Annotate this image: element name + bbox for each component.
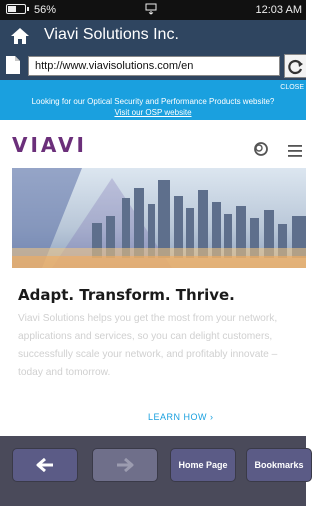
banner-close-button[interactable]: CLOSE (280, 84, 304, 91)
bookmarks-button[interactable]: Bookmarks (246, 448, 312, 482)
back-arrow-icon (36, 458, 53, 472)
status-bar: 56% 12:03 AM (0, 0, 306, 20)
forward-arrow-icon (117, 458, 134, 472)
reload-icon (288, 59, 303, 75)
forward-button[interactable] (92, 448, 158, 482)
hero-city-image (12, 168, 306, 268)
learn-how-link[interactable]: LEARN HOW › (148, 412, 214, 422)
menu-icon[interactable] (288, 145, 302, 157)
battery-percent: 56% (34, 4, 57, 16)
back-button[interactable] (12, 448, 78, 482)
chat-icon[interactable] (252, 141, 270, 159)
home-icon[interactable] (10, 26, 30, 46)
reload-button[interactable] (284, 54, 306, 78)
home-page-button[interactable]: Home Page (170, 448, 236, 482)
download-notification-icon (145, 3, 157, 15)
viavi-logo[interactable]: VIAVI (12, 137, 132, 153)
banner-text: Looking for our Optical Security and Per… (31, 97, 275, 106)
svg-text:VIAVI: VIAVI (12, 137, 87, 153)
app-title-bar: Viavi Solutions Inc. (0, 20, 306, 52)
browser-toolbar: Home Page Bookmarks (0, 436, 312, 506)
osp-banner: CLOSE Looking for our Optical Security a… (0, 80, 306, 120)
battery-icon (6, 4, 29, 14)
app-title: Viavi Solutions Inc. (44, 26, 179, 43)
address-bar (0, 52, 306, 80)
hero-body-text: Viavi Solutions helps you get the most f… (18, 313, 278, 378)
osp-website-link[interactable]: Visit our OSP website (0, 108, 306, 117)
page-icon (6, 56, 20, 74)
hero-headline: Adapt. Transform. Thrive. (18, 286, 235, 304)
url-input[interactable] (28, 56, 280, 76)
status-time: 12:03 AM (255, 4, 302, 16)
